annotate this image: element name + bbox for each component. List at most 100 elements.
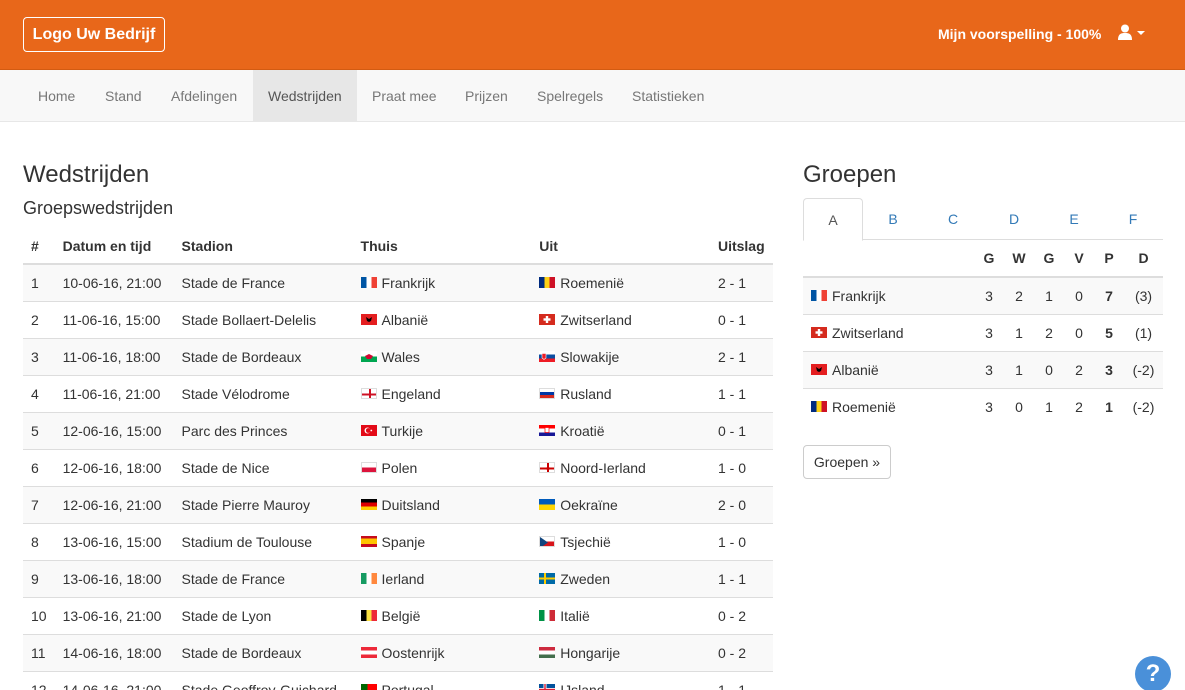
stat-won: 1 <box>1004 313 1034 351</box>
match-number: 3 <box>23 337 55 375</box>
match-date: 11-06-16, 21:00 <box>54 374 174 412</box>
flag-albania-icon <box>360 314 377 325</box>
flag-northern-ireland-icon <box>539 462 556 473</box>
column-header: G <box>974 240 1004 278</box>
stat-played: 3 <box>974 387 1004 425</box>
match-score: 1 - 1 <box>709 670 773 690</box>
standing-team: Roemenië <box>811 399 974 415</box>
match-number: 2 <box>23 300 55 338</box>
flag-austria-icon <box>360 647 377 658</box>
match-score: 0 - 1 <box>709 300 773 338</box>
match-number: 1 <box>23 263 55 301</box>
column-header: D <box>1124 240 1163 278</box>
user-menu[interactable] <box>1118 24 1145 40</box>
home-team: Polen <box>360 460 524 476</box>
stat-played: 3 <box>974 276 1004 314</box>
stat-diff: (-2) <box>1124 350 1163 388</box>
tab-group-e[interactable]: E <box>1044 198 1104 240</box>
column-header: G <box>1034 240 1064 278</box>
table-row: Albanië 3 1 0 2 3 (-2) <box>803 350 1163 388</box>
home-team: België <box>360 608 524 624</box>
group-tabs: A B C D E F <box>803 198 1163 241</box>
match-date: 12-06-16, 18:00 <box>54 448 174 486</box>
flag-belgium-icon <box>360 610 377 621</box>
match-stadium: Stade de France <box>173 263 353 301</box>
column-header: # <box>23 228 55 265</box>
flag-croatia-icon <box>539 425 556 436</box>
flag-romania-icon <box>539 277 556 289</box>
groups-button[interactable]: Groepen » <box>803 445 891 479</box>
help-icon[interactable]: ? <box>1135 656 1171 690</box>
flag-england-icon <box>360 388 377 399</box>
stat-points: 3 <box>1094 350 1124 388</box>
table-row: 1 10-06-16, 21:00 Stade de France Frankr… <box>23 263 773 301</box>
match-date: 12-06-16, 15:00 <box>54 411 174 449</box>
prediction-link[interactable]: Mijn voorspelling - 100% <box>938 26 1101 42</box>
stat-played: 3 <box>974 313 1004 351</box>
standing-team: Zwitserland <box>811 325 974 341</box>
flag-ukraine-icon <box>539 499 556 510</box>
match-score: 2 - 1 <box>709 337 773 375</box>
column-header: Uitslag <box>709 228 773 265</box>
match-number: 11 <box>23 633 55 671</box>
nav-spelregels[interactable]: Spelregels <box>522 70 618 121</box>
match-stadium: Stade Vélodrome <box>173 374 353 412</box>
tab-group-a[interactable]: A <box>803 198 863 241</box>
home-team: Engeland <box>360 386 524 402</box>
table-row: 3 11-06-16, 18:00 Stade de Bordeaux Wale… <box>23 337 773 375</box>
home-team: Ierland <box>360 571 524 587</box>
nav-stand[interactable]: Stand <box>90 70 157 121</box>
match-date: 13-06-16, 15:00 <box>54 522 174 560</box>
away-team: Noord-Ierland <box>539 460 702 476</box>
stat-diff: (3) <box>1124 276 1163 314</box>
flag-iceland-icon <box>539 684 556 690</box>
flag-albania-icon <box>811 364 827 375</box>
tab-group-d[interactable]: D <box>984 198 1044 240</box>
stat-diff: (1) <box>1124 313 1163 351</box>
match-score: 1 - 0 <box>709 448 773 486</box>
nav-praat-mee[interactable]: Praat mee <box>357 70 452 121</box>
stat-diff: (-2) <box>1124 387 1163 425</box>
tab-group-b[interactable]: B <box>863 198 923 240</box>
stat-lost: 2 <box>1064 387 1094 425</box>
match-score: 0 - 1 <box>709 411 773 449</box>
match-date: 11-06-16, 15:00 <box>54 300 174 338</box>
match-date: 13-06-16, 18:00 <box>54 559 174 597</box>
nav-home[interactable]: Home <box>23 70 90 121</box>
main-navbar: Home Stand Afdelingen Wedstrijden Praat … <box>0 70 1185 122</box>
stat-won: 2 <box>1004 276 1034 314</box>
match-score: 1 - 1 <box>709 559 773 597</box>
match-date: 13-06-16, 21:00 <box>54 596 174 634</box>
home-team: Oostenrijk <box>360 645 524 661</box>
home-team: Portugal <box>360 682 524 690</box>
column-header: Stadion <box>173 228 353 265</box>
matches-table: # Datum en tijd Stadion Thuis Uit Uitsla… <box>23 228 773 690</box>
nav-afdelingen[interactable]: Afdelingen <box>156 70 252 121</box>
stat-lost: 0 <box>1064 276 1094 314</box>
match-date: 12-06-16, 21:00 <box>54 485 174 523</box>
stat-draw: 1 <box>1034 387 1064 425</box>
match-number: 12 <box>23 670 55 690</box>
column-header: W <box>1004 240 1034 278</box>
flag-germany-icon <box>360 499 377 510</box>
tab-group-c[interactable]: C <box>923 198 983 240</box>
column-header: P <box>1094 240 1124 278</box>
nav-prijzen[interactable]: Prijzen <box>450 70 523 121</box>
match-score: 1 - 0 <box>709 522 773 560</box>
column-header: V <box>1064 240 1094 278</box>
match-stadium: Stade de Bordeaux <box>173 633 353 671</box>
company-logo-button[interactable]: Logo Uw Bedrijf <box>23 17 165 52</box>
stat-won: 0 <box>1004 387 1034 425</box>
match-score: 2 - 1 <box>709 263 773 301</box>
user-icon <box>1118 24 1132 40</box>
nav-wedstrijden[interactable]: Wedstrijden <box>253 70 357 121</box>
table-row: Frankrijk 3 2 1 0 7 (3) <box>803 276 1163 314</box>
tab-group-f[interactable]: F <box>1103 198 1163 240</box>
flag-turkey-icon <box>360 425 377 436</box>
stat-points: 5 <box>1094 313 1124 351</box>
away-team: Slowakije <box>539 349 702 365</box>
nav-statistieken[interactable]: Statistieken <box>617 70 719 121</box>
away-team: Oekraïne <box>539 497 702 513</box>
flag-switzerland-icon <box>539 314 556 325</box>
table-row: Zwitserland 3 1 2 0 5 (1) <box>803 313 1163 351</box>
